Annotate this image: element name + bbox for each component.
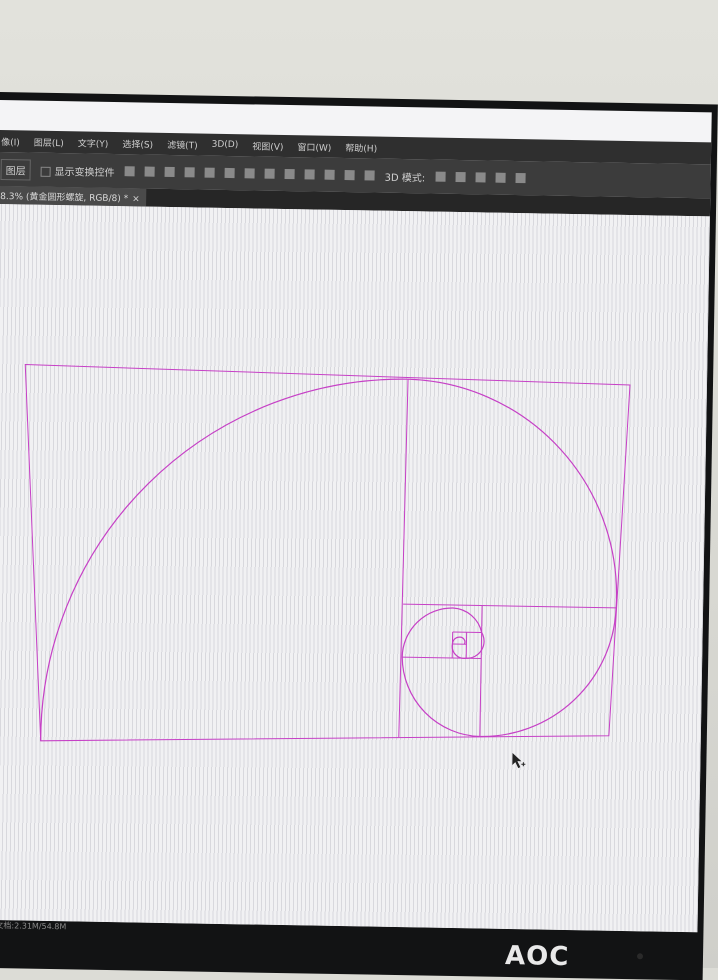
menu-3d[interactable]: 3D(D) <box>212 140 239 150</box>
photoshop-window: 像(I) 图层(L) 文字(Y) 选择(S) 滤镜(T) 3D(D) 视图(V)… <box>0 100 712 932</box>
3d-rotate-icon[interactable] <box>435 172 445 182</box>
cursor-pointer-icon <box>512 753 525 768</box>
show-transform-toggle[interactable]: 显示变换控件 <box>41 162 115 178</box>
auto-align-icon[interactable] <box>365 170 375 180</box>
menu-view[interactable]: 视图(V) <box>252 139 283 153</box>
distribute-top-icon[interactable] <box>245 168 255 178</box>
3d-mode-label: 3D 模式: <box>384 168 425 184</box>
distribute-left-icon[interactable] <box>305 169 315 179</box>
menu-layer[interactable]: 图层(L) <box>34 135 64 149</box>
menu-window[interactable]: 窗口(W) <box>297 140 331 154</box>
align-bottom-icon[interactable] <box>165 167 175 177</box>
align-middle-icon[interactable] <box>145 167 155 177</box>
menu-select[interactable]: 选择(S) <box>122 137 153 151</box>
power-indicator <box>637 953 643 959</box>
3d-scale-icon[interactable] <box>515 173 525 183</box>
guide-line <box>480 605 482 736</box>
golden-spiral-drawing <box>0 204 710 932</box>
status-bar: 文档:2.31M/54.8M <box>0 920 66 932</box>
menu-image[interactable]: 像(I) <box>1 135 20 148</box>
distribute-right-icon[interactable] <box>345 170 355 180</box>
document-canvas[interactable] <box>0 204 710 932</box>
golden-spiral-group <box>19 364 630 751</box>
align-center-icon[interactable] <box>205 168 215 178</box>
document-tab-title: 8.3% (黄金圆形螺旋, RGB/8) * <box>0 192 128 204</box>
align-right-icon[interactable] <box>225 168 235 178</box>
distribute-middle-icon[interactable] <box>265 169 275 179</box>
checkbox-icon <box>41 166 51 176</box>
menu-help[interactable]: 帮助(H) <box>345 141 377 155</box>
layer-select[interactable]: 图层 <box>0 159 30 181</box>
golden-rectangle-outline <box>19 364 630 751</box>
close-icon[interactable]: × <box>132 194 140 204</box>
3d-drag-icon[interactable] <box>475 172 485 182</box>
golden-spiral-path <box>41 373 621 751</box>
menu-filter[interactable]: 滤镜(T) <box>167 137 198 151</box>
distribute-bottom-icon[interactable] <box>285 169 295 179</box>
distribute-center-icon[interactable] <box>325 170 335 180</box>
align-left-icon[interactable] <box>185 167 195 177</box>
monitor-brand-logo: AOC <box>505 941 570 972</box>
align-top-icon[interactable] <box>125 166 135 176</box>
show-transform-label: 显示变换控件 <box>55 166 115 178</box>
3d-slide-icon[interactable] <box>495 173 505 183</box>
monitor: 像(I) 图层(L) 文字(Y) 选择(S) 滤镜(T) 3D(D) 视图(V)… <box>0 92 718 980</box>
menu-type[interactable]: 文字(Y) <box>78 136 109 150</box>
3d-roll-icon[interactable] <box>455 172 465 182</box>
guide-line <box>403 604 616 608</box>
